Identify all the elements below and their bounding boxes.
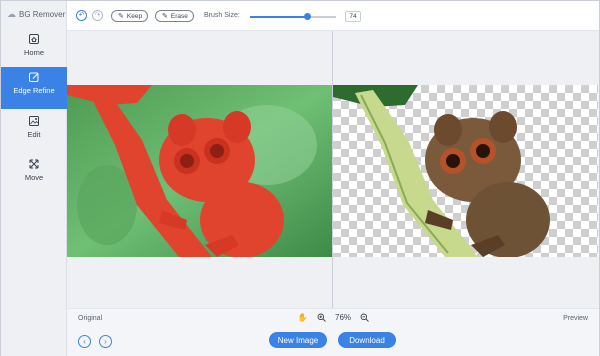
brush-size-slider-fill bbox=[250, 16, 307, 18]
zoom-out-icon[interactable] bbox=[359, 312, 370, 323]
preview-photo bbox=[333, 85, 550, 257]
sidebar: ☁ BG Remover Home Edge Refine Edit Move bbox=[1, 1, 67, 356]
move-arrows-icon bbox=[29, 159, 39, 169]
sidebar-item-label: Edit bbox=[27, 130, 41, 139]
cloud-logo-icon: ☁ bbox=[7, 9, 16, 19]
sidebar-item-move[interactable]: Move bbox=[1, 154, 67, 196]
sidebar-item-label: Edge Refine bbox=[13, 86, 55, 95]
hand-pan-icon[interactable]: ✋ bbox=[297, 312, 308, 323]
chevron-right-icon: › bbox=[104, 337, 107, 346]
zoom-in-icon[interactable] bbox=[316, 312, 327, 323]
app-title: ☁ BG Remover bbox=[7, 9, 65, 20]
app-window: ☁ BG Remover Home Edge Refine Edit Move … bbox=[0, 0, 600, 356]
sidebar-item-label: Move bbox=[24, 173, 44, 182]
app-title-text: BG Remover bbox=[19, 10, 66, 19]
image-edit-icon bbox=[29, 116, 39, 126]
status-bar: Original ✋ 76% Preview bbox=[67, 308, 599, 328]
original-photo bbox=[67, 85, 332, 257]
toolbar: ↶ ↷ ✎ Keep ✎ Erase Brush Size: 74 bbox=[67, 1, 599, 31]
next-button[interactable]: › bbox=[99, 335, 112, 348]
keep-button[interactable]: ✎ Keep bbox=[111, 10, 148, 22]
previous-button[interactable]: ‹ bbox=[78, 335, 91, 348]
brush-size-label: Brush Size: bbox=[204, 12, 240, 19]
keep-label: Keep bbox=[126, 12, 143, 20]
sidebar-item-edge-refine[interactable]: Edge Refine bbox=[1, 67, 67, 109]
redo-icon: ↷ bbox=[94, 12, 101, 19]
chevron-left-icon: ‹ bbox=[83, 337, 86, 346]
zoom-controls: ✋ 76% bbox=[297, 312, 370, 323]
original-image[interactable] bbox=[67, 85, 332, 257]
preview-image[interactable] bbox=[333, 85, 598, 257]
new-image-button[interactable]: New Image bbox=[269, 332, 327, 348]
home-icon bbox=[29, 34, 39, 44]
undo-icon: ↶ bbox=[78, 12, 85, 19]
edit-square-icon bbox=[29, 72, 39, 82]
brush-size-slider[interactable] bbox=[250, 13, 336, 20]
erase-label: Erase bbox=[170, 12, 188, 20]
brush-size-slider-thumb[interactable] bbox=[303, 13, 311, 20]
brush-size-input[interactable]: 74 bbox=[345, 11, 361, 22]
canvas-area bbox=[67, 31, 599, 308]
sidebar-item-home[interactable]: Home bbox=[1, 29, 67, 71]
undo-button[interactable]: ↶ bbox=[76, 10, 87, 21]
sidebar-item-edit[interactable]: Edit bbox=[1, 111, 67, 153]
sidebar-item-label: Home bbox=[23, 48, 44, 57]
redo-button[interactable]: ↷ bbox=[92, 10, 103, 21]
original-label: Original bbox=[78, 315, 103, 322]
bottom-bar: ‹ › New Image Download bbox=[67, 328, 599, 356]
keep-brush-icon: ✎ bbox=[118, 13, 124, 20]
preview-label: Preview bbox=[563, 315, 588, 322]
erase-brush-icon: ✎ bbox=[162, 13, 168, 20]
erase-button[interactable]: ✎ Erase bbox=[155, 10, 194, 22]
download-button[interactable]: Download bbox=[338, 332, 396, 348]
zoom-level: 76% bbox=[335, 313, 352, 322]
